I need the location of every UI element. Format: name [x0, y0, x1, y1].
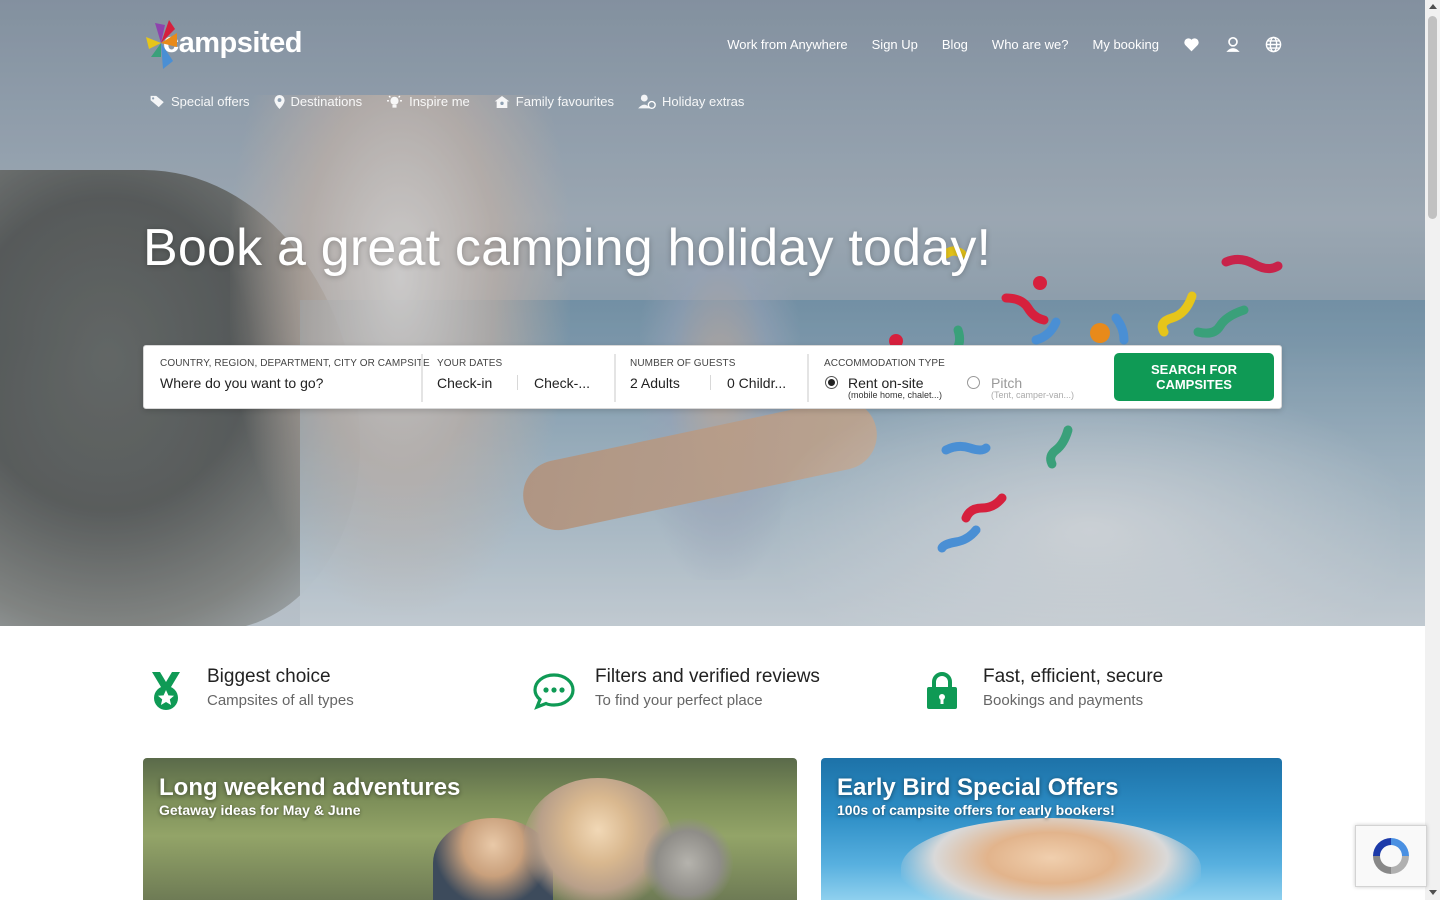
children-field[interactable]: 0 Childr...: [727, 375, 795, 391]
card-subtitle: 100s of campsite offers for early booker…: [837, 802, 1115, 818]
search-button-label: SEARCH FOR CAMPSITES: [1151, 362, 1237, 392]
feature-subtitle: Bookings and payments: [983, 692, 1144, 709]
search-bar: COUNTRY, REGION, DEPARTMENT, CITY OR CAM…: [143, 345, 1282, 409]
medal-icon: [143, 668, 189, 714]
destination-label: COUNTRY, REGION, DEPARTMENT, CITY OR CAM…: [160, 358, 430, 369]
search-divider: [807, 354, 809, 402]
hero-headline: Book a great camping holiday today!: [143, 219, 992, 277]
feature-fast-secure: Fast, efficient, secure Bookings and pay…: [919, 664, 1163, 714]
subnav-label: Special offers: [171, 94, 250, 109]
feature-subtitle: Campsites of all types: [207, 692, 354, 709]
checkin-field[interactable]: Check-in: [437, 375, 512, 391]
tag-icon: [150, 95, 164, 108]
nav-work-from-anywhere[interactable]: Work from Anywhere: [727, 37, 847, 52]
scroll-down-arrow-icon[interactable]: [1429, 890, 1437, 895]
adults-field[interactable]: 2 Adults: [630, 375, 705, 391]
logo-text: campsited: [163, 26, 302, 59]
subnav-family-favourites[interactable]: Family favourites: [494, 94, 614, 109]
search-divider: [421, 354, 423, 402]
page: campsited Work from Anywhere Sign Up Blo…: [0, 0, 1425, 900]
location-pin-icon: [273, 94, 285, 109]
heart-icon[interactable]: [1183, 36, 1200, 53]
destination-input[interactable]: Where do you want to go?: [160, 375, 405, 391]
accommodation-label: ACCOMMODATION TYPE: [824, 358, 945, 369]
scrollbar-thumb[interactable]: [1428, 16, 1437, 219]
subnav-label: Family favourites: [515, 94, 615, 109]
nav-blog[interactable]: Blog: [942, 37, 968, 52]
pitch-sub: (Tent, camper-van...): [991, 390, 1075, 400]
globe-icon[interactable]: [1265, 36, 1282, 53]
rent-onsite-radio[interactable]: [825, 376, 838, 389]
search-divider: [614, 354, 616, 402]
feature-title: Filters and verified reviews: [595, 666, 820, 687]
card-title: Long weekend adventures: [159, 774, 461, 801]
feature-title: Fast, efficient, secure: [983, 666, 1164, 687]
recaptcha-badge[interactable]: [1355, 825, 1427, 887]
card-early-bird[interactable]: Early Bird Special Offers 100s of campsi…: [821, 758, 1282, 900]
card-photo-backpack: [643, 818, 733, 900]
pitch-label[interactable]: Pitch: [991, 375, 1022, 391]
dates-label: YOUR DATES: [437, 358, 503, 369]
guests-divider: [710, 375, 711, 390]
rent-onsite-label[interactable]: Rent on-site: [848, 375, 923, 391]
lightbulb-icon: [387, 95, 403, 108]
search-campsites-button[interactable]: SEARCH FOR CAMPSITES: [1114, 353, 1274, 401]
feature-filters-reviews: Filters and verified reviews To find you…: [531, 664, 820, 714]
guests-label: NUMBER OF GUESTS: [630, 358, 736, 369]
top-nav: Work from Anywhere Sign Up Blog Who are …: [703, 33, 1282, 55]
nav-my-booking[interactable]: My booking: [1093, 37, 1159, 52]
subnav-label: Inspire me: [409, 94, 470, 109]
page-scrollbar[interactable]: [1425, 0, 1440, 900]
card-photo-people: [901, 818, 1201, 900]
subnav-label: Destinations: [290, 94, 363, 109]
family-house-icon: [494, 95, 510, 108]
chat-bubble-icon: [531, 668, 577, 714]
recaptcha-icon: [1373, 838, 1409, 874]
rent-onsite-sub: (mobile home, chalet...): [848, 390, 943, 400]
checkout-field[interactable]: Check-...: [534, 375, 602, 391]
features-row: Biggest choice Campsites of all types Fi…: [143, 664, 1282, 724]
card-title: Early Bird Special Offers: [837, 774, 1119, 801]
dates-divider: [517, 375, 518, 390]
card-long-weekend[interactable]: Long weekend adventures Getaway ideas fo…: [143, 758, 797, 900]
nav-who-are-we[interactable]: Who are we?: [992, 37, 1069, 52]
logo[interactable]: campsited: [143, 17, 302, 71]
category-nav: Special offers Destinations Inspire me F…: [150, 94, 768, 109]
subnav-holiday-extras[interactable]: Holiday extras: [638, 94, 744, 109]
scroll-up-arrow-icon[interactable]: [1429, 4, 1437, 9]
subnav-destinations[interactable]: Destinations: [273, 94, 363, 109]
subnav-special-offers[interactable]: Special offers: [150, 94, 250, 109]
user-icon[interactable]: [1224, 36, 1241, 53]
subnav-inspire-me[interactable]: Inspire me: [386, 94, 470, 109]
feature-title: Biggest choice: [207, 666, 331, 687]
card-subtitle: Getaway ideas for May & June: [159, 802, 361, 818]
nav-sign-up[interactable]: Sign Up: [872, 37, 918, 52]
feature-biggest-choice: Biggest choice Campsites of all types: [143, 664, 354, 714]
holiday-extras-icon: [638, 94, 656, 109]
logo-mark-icon: [146, 20, 177, 69]
lock-icon: [919, 668, 965, 714]
pitch-radio[interactable]: [967, 376, 980, 389]
subnav-label: Holiday extras: [662, 94, 745, 109]
feature-subtitle: To find your perfect place: [595, 692, 763, 709]
